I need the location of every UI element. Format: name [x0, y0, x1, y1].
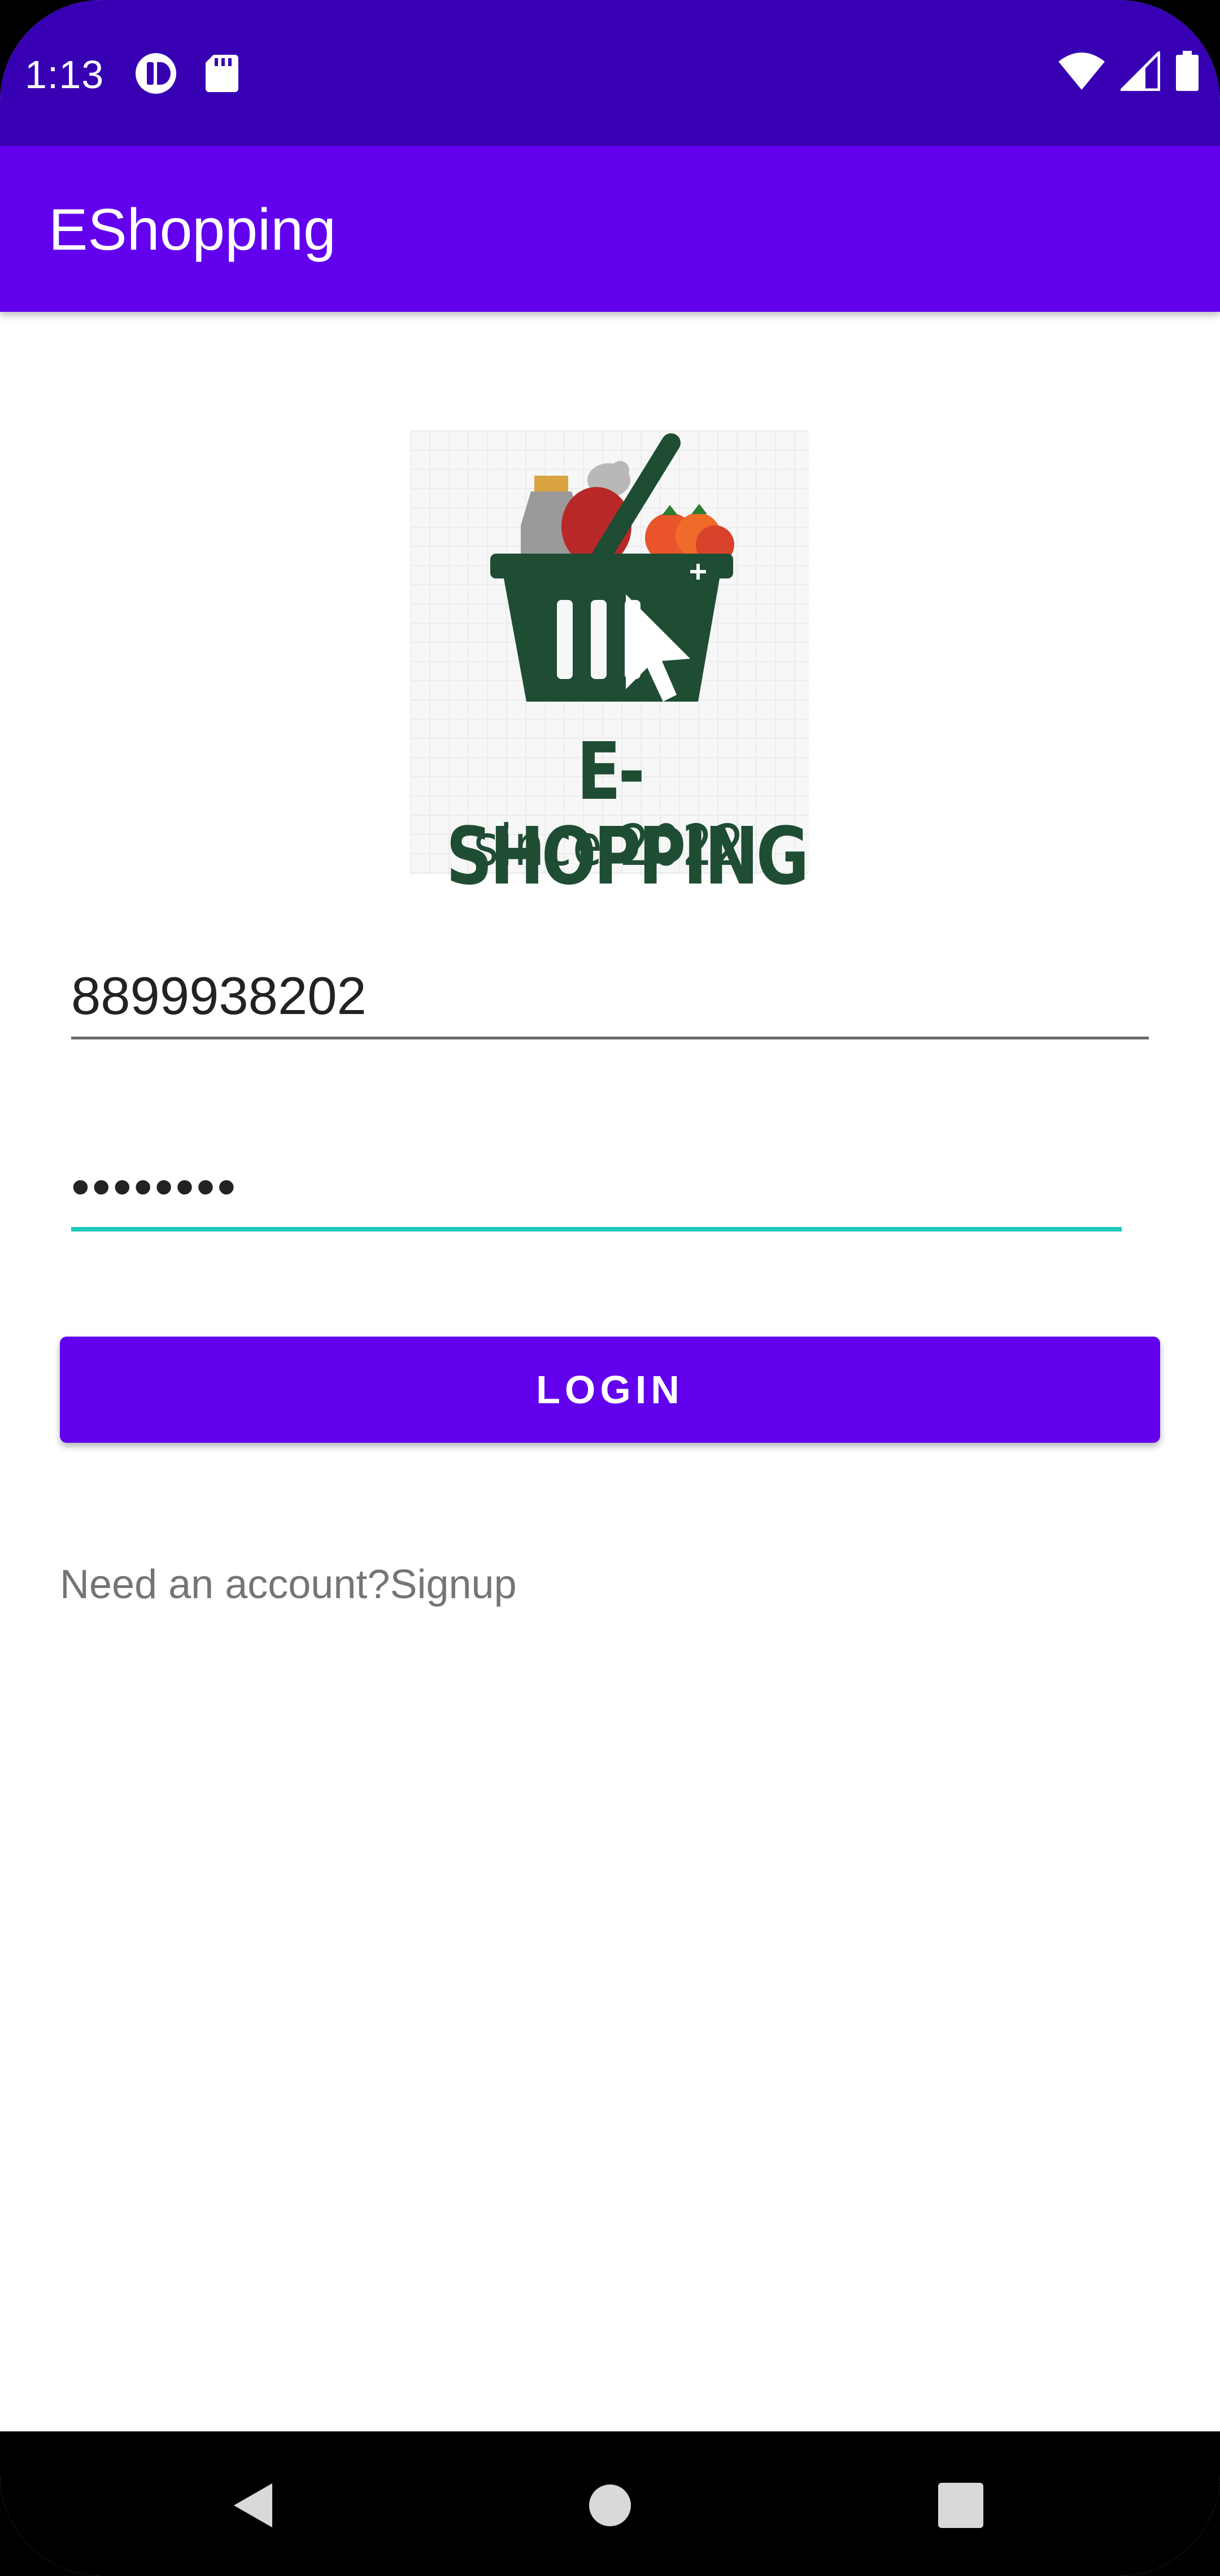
- eshopping-logo: E-SHOPPING since 2022: [410, 430, 809, 899]
- logo-subtitle: since 2022: [473, 812, 746, 878]
- shopping-basket-icon: [490, 433, 734, 702]
- battery-icon: [1175, 51, 1200, 94]
- password-field: [71, 1147, 1122, 1237]
- status-bar: 1:13: [0, 0, 1220, 146]
- app-title: EShopping: [49, 197, 336, 263]
- password-input[interactable]: [71, 1147, 1122, 1232]
- sd-card-icon: [206, 55, 238, 95]
- cell-signal-icon: [1118, 49, 1161, 94]
- signup-link[interactable]: Need an account?Signup: [60, 1559, 517, 1610]
- status-left-icons: [134, 52, 238, 98]
- phone-screen: 1:13 EShopping E-SHOPPING since 2022 889…: [0, 0, 1220, 2576]
- wifi-icon: [1057, 51, 1106, 94]
- phone-input[interactable]: [71, 955, 1149, 1039]
- home-icon[interactable]: [568, 2463, 652, 2548]
- back-icon[interactable]: [212, 2463, 297, 2548]
- notification-app-icon: [134, 52, 177, 98]
- app-bar: EShopping: [0, 146, 1220, 312]
- status-right-icons: [1057, 49, 1200, 94]
- navigation-bar: [0, 2431, 1220, 2576]
- recents-icon[interactable]: [918, 2463, 1003, 2548]
- login-button[interactable]: LOGIN: [60, 1337, 1160, 1443]
- status-time: 1:13: [25, 53, 104, 97]
- phone-field: [71, 955, 1149, 1045]
